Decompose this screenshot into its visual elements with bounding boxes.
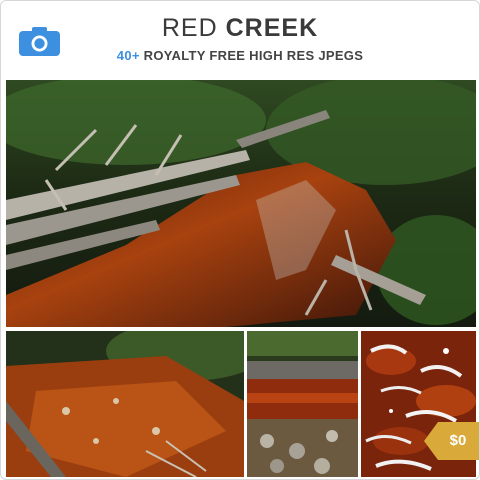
product-card: RED CREEK 40+ ROYALTY FREE HIGH RES JPEG… [0,0,480,480]
main-photo [6,80,476,327]
price-badge[interactable]: $0 [424,422,479,460]
title-light: RED [161,14,218,42]
header: RED CREEK 40+ ROYALTY FREE HIGH RES JPEG… [1,1,479,79]
thumbnail-1 [6,331,244,477]
thumbnail-2 [247,331,358,477]
page-title: RED CREEK [1,14,479,43]
subtitle: 40+ ROYALTY FREE HIGH RES JPEGS [1,48,479,63]
title-bold: CREEK [225,14,319,42]
subtitle-text: ROYALTY FREE HIGH RES JPEGS [143,48,364,63]
price-label: $0 [449,432,467,449]
subtitle-count: 40+ [116,48,140,63]
